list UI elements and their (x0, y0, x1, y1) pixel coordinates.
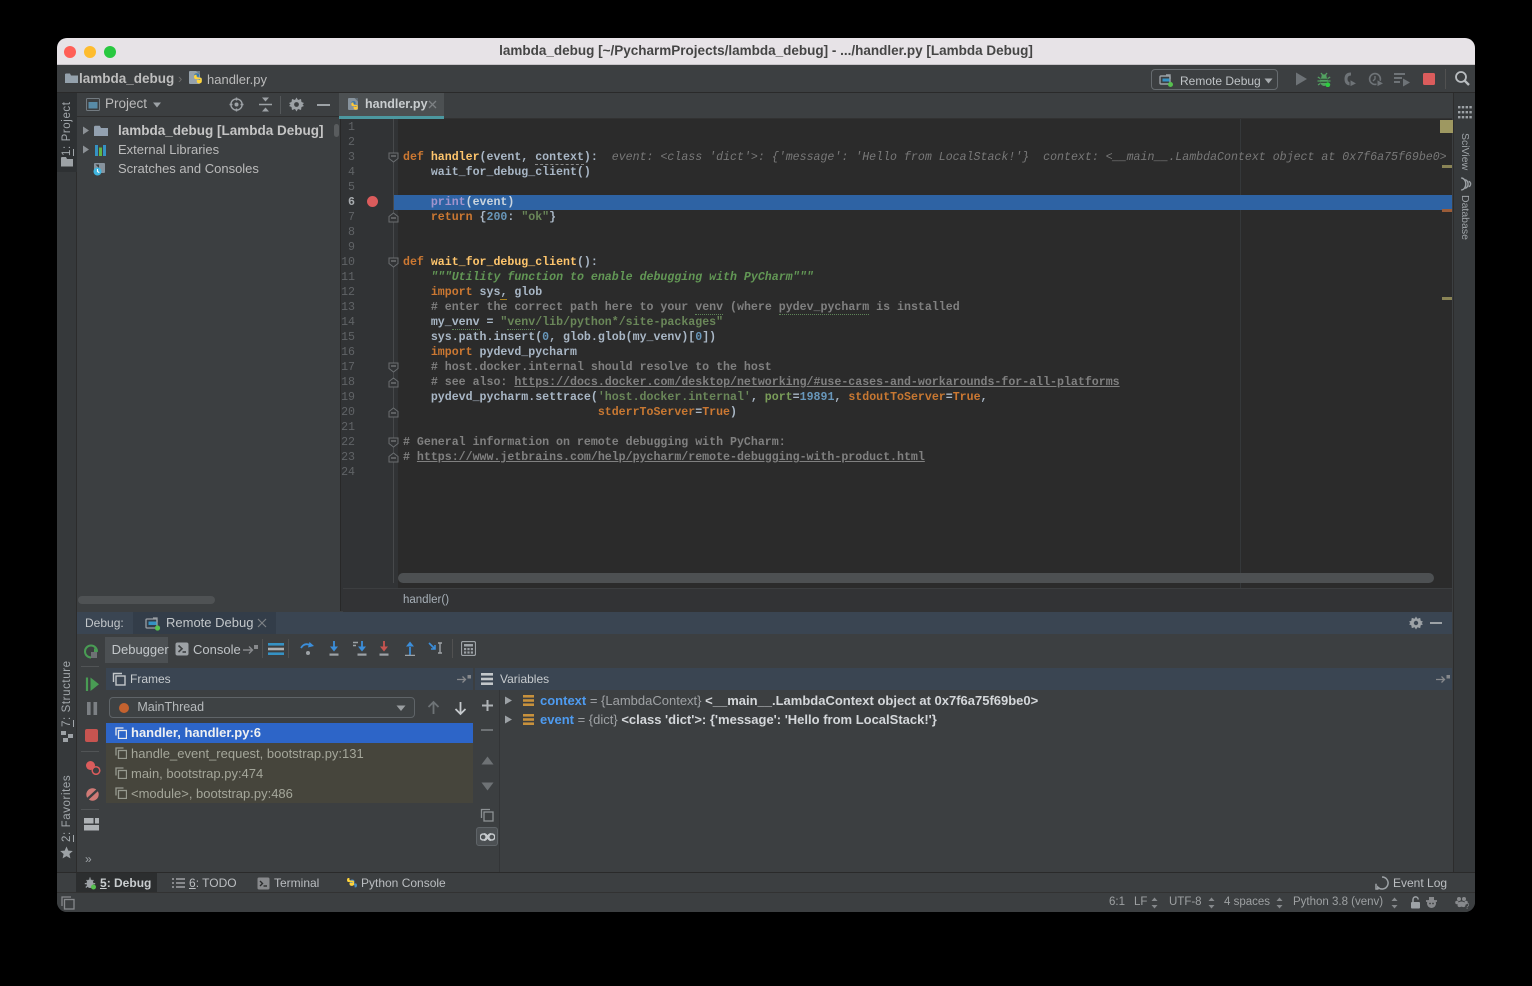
svg-text:?: ? (1465, 902, 1469, 909)
